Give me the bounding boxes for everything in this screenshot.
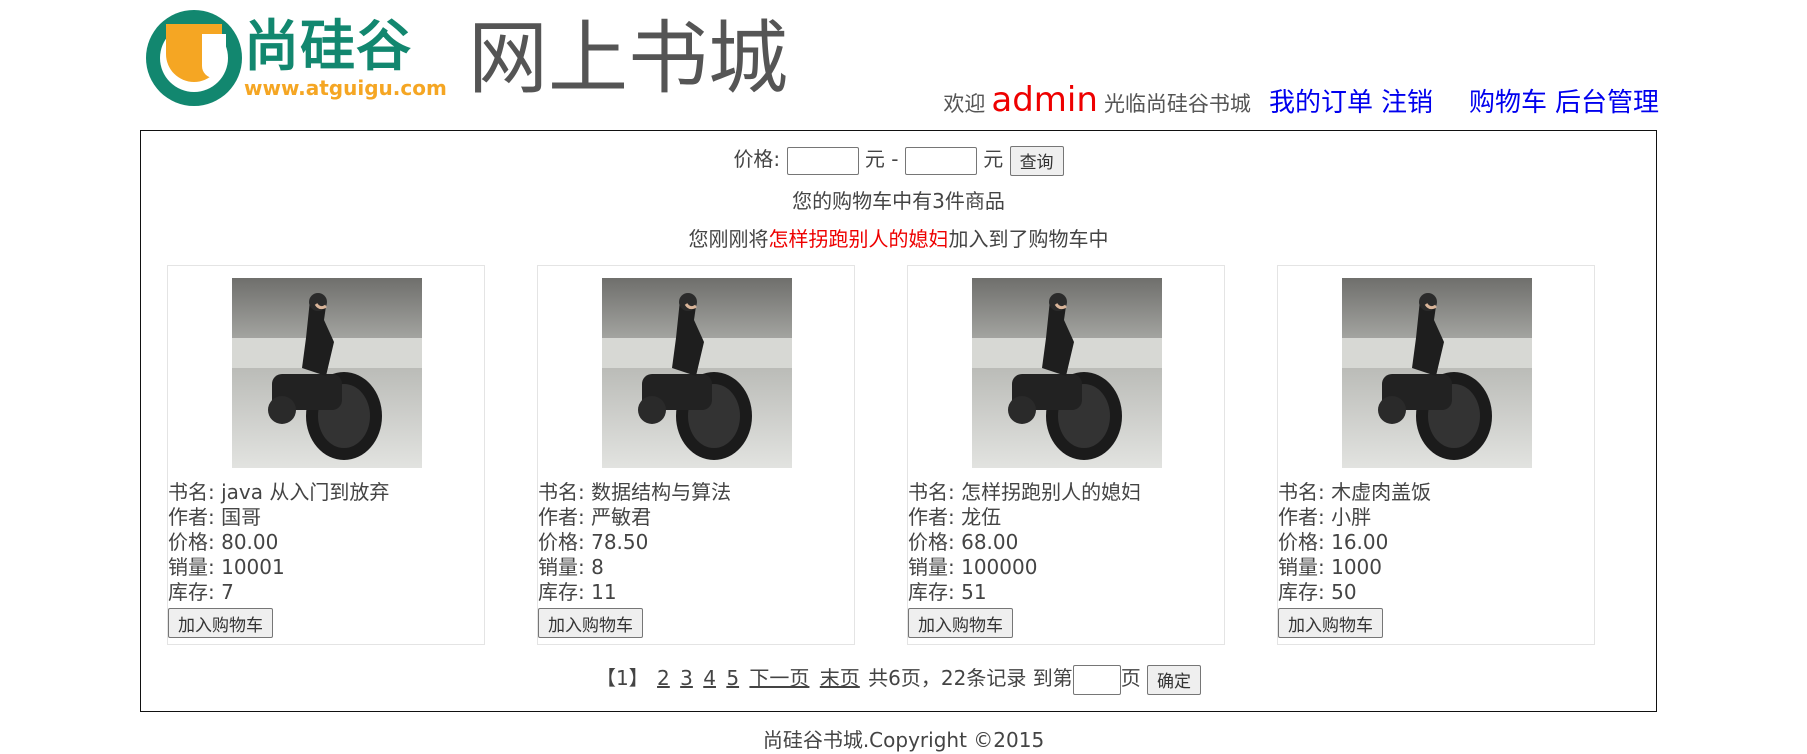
footer-copyright: 尚硅谷书城.Copyright ©2015 bbox=[762, 728, 1045, 752]
book-price: 16.00 bbox=[1331, 530, 1389, 554]
added-prefix: 您刚刚将 bbox=[688, 227, 769, 251]
book-info: 书名: 怎样拐跑别人的媳妇 作者: 龙伍 价格: 68.00 销量: 10000… bbox=[908, 480, 1224, 605]
book-stock-label: 库存: bbox=[1278, 580, 1332, 604]
book-name-label: 书名: bbox=[908, 480, 962, 504]
book-stock: 50 bbox=[1331, 580, 1357, 604]
book-card: 书名: 木虚肉盖饭 作者: 小胖 价格: 16.00 销量: 1000 库存: … bbox=[1277, 265, 1595, 645]
logo-u-icon bbox=[146, 10, 242, 106]
page-link-5[interactable]: 5 bbox=[726, 666, 739, 690]
add-to-cart-button[interactable]: 加入购物车 bbox=[908, 608, 1013, 638]
username: admin bbox=[991, 80, 1098, 120]
page-link-2[interactable]: 2 bbox=[657, 666, 670, 690]
goto-page-input[interactable] bbox=[1072, 664, 1121, 695]
page-summary: 共6页，22条记录 bbox=[868, 666, 1027, 690]
book-list: 书名: java 从入门到放弃 作者: 国哥 价格: 80.00 销量: 100… bbox=[167, 265, 1637, 647]
header: 尚硅谷 www.atguigu.com 网上书城 欢迎 admin 光临尚硅谷书… bbox=[0, 0, 1807, 128]
book-sales: 10001 bbox=[221, 555, 285, 579]
book-info: 书名: 木虚肉盖饭 作者: 小胖 价格: 16.00 销量: 1000 库存: … bbox=[1278, 480, 1594, 605]
book-name: 数据结构与算法 bbox=[591, 480, 732, 504]
book-author: 小胖 bbox=[1331, 505, 1372, 529]
book-author-label: 作者: bbox=[168, 505, 222, 529]
cart-link[interactable]: 购物车 bbox=[1469, 88, 1547, 118]
logo-url: www.atguigu.com bbox=[244, 76, 447, 100]
book-price: 68.00 bbox=[961, 530, 1019, 554]
next-page-link[interactable]: 下一页 bbox=[749, 666, 809, 690]
book-stock-label: 库存: bbox=[908, 580, 962, 604]
book-sales-label: 销量: bbox=[168, 555, 222, 579]
book-info: 书名: java 从入门到放弃 作者: 国哥 价格: 80.00 销量: 100… bbox=[168, 480, 484, 605]
added-book-name: 怎样拐跑别人的媳妇 bbox=[768, 227, 949, 251]
book-name-label: 书名: bbox=[168, 480, 222, 504]
book-cover-image bbox=[232, 278, 422, 468]
book-price: 80.00 bbox=[221, 530, 279, 554]
page-link-3[interactable]: 3 bbox=[680, 666, 693, 690]
book-card: 书名: 数据结构与算法 作者: 严敏君 价格: 78.50 销量: 8 库存: … bbox=[537, 265, 855, 645]
page-unit-label: 页 bbox=[1120, 666, 1141, 690]
book-price-label: 价格: bbox=[168, 530, 222, 554]
last-page-link[interactable]: 末页 bbox=[820, 666, 860, 690]
book-stock-label: 库存: bbox=[168, 580, 222, 604]
site-title: 网上书城 bbox=[468, 12, 788, 105]
price-label: 价格: bbox=[733, 147, 781, 171]
book-name: 怎样拐跑别人的媳妇 bbox=[961, 480, 1142, 504]
book-sales: 1000 bbox=[1331, 555, 1383, 579]
max-price-input[interactable] bbox=[904, 146, 977, 175]
book-author: 国哥 bbox=[221, 505, 262, 529]
logout-link[interactable]: 注销 bbox=[1381, 88, 1433, 118]
main-content: 价格: 元 - 元 查询 您的购物车中有3件商品 您刚刚将怎样拐跑别人的媳妇加入… bbox=[140, 130, 1657, 712]
book-name: 木虚肉盖饭 bbox=[1331, 480, 1432, 504]
book-author-label: 作者: bbox=[908, 505, 962, 529]
user-nav: 欢迎 admin 光临尚硅谷书城 我的订单 注销 购物车 后台管理 bbox=[943, 80, 1659, 120]
unit-label: 元 bbox=[983, 147, 1004, 171]
welcome-text: 欢迎 bbox=[943, 92, 986, 116]
admin-link[interactable]: 后台管理 bbox=[1555, 88, 1659, 118]
goto-label: 到第 bbox=[1032, 666, 1073, 690]
book-info: 书名: 数据结构与算法 作者: 严敏君 价格: 78.50 销量: 8 库存: … bbox=[538, 480, 854, 605]
book-cover-image bbox=[1342, 278, 1532, 468]
book-name-label: 书名: bbox=[538, 480, 592, 504]
add-to-cart-button[interactable]: 加入购物车 bbox=[1278, 608, 1383, 638]
add-to-cart-button[interactable]: 加入购物车 bbox=[538, 608, 643, 638]
current-page: 【1】 bbox=[595, 666, 649, 690]
unit-label: 元 - bbox=[864, 147, 899, 171]
welcome-suffix: 光临尚硅谷书城 bbox=[1103, 92, 1251, 116]
book-sales: 100000 bbox=[961, 555, 1038, 579]
pagination: 【1】 2 3 4 5 下一页 末页 共6页，22条记录 到第 页 确定 bbox=[141, 661, 1656, 695]
query-button[interactable]: 查询 bbox=[1009, 145, 1064, 176]
book-name-label: 书名: bbox=[1278, 480, 1332, 504]
logo-brand-name: 尚硅谷 bbox=[244, 14, 413, 78]
cart-count-text: 您的购物车中有3件商品 bbox=[792, 189, 1005, 213]
added-suffix: 加入到了购物车中 bbox=[948, 227, 1109, 251]
book-author: 龙伍 bbox=[961, 505, 1002, 529]
book-price: 78.50 bbox=[591, 530, 649, 554]
book-sales: 8 bbox=[591, 555, 604, 579]
book-stock-label: 库存: bbox=[538, 580, 592, 604]
book-price-label: 价格: bbox=[1278, 530, 1332, 554]
add-to-cart-button[interactable]: 加入购物车 bbox=[168, 608, 273, 638]
book-stock: 11 bbox=[591, 580, 617, 604]
cart-added-message: 您刚刚将怎样拐跑别人的媳妇加入到了购物车中 bbox=[141, 225, 1656, 253]
min-price-input[interactable] bbox=[786, 146, 859, 175]
book-card: 书名: java 从入门到放弃 作者: 国哥 价格: 80.00 销量: 100… bbox=[167, 265, 485, 645]
my-orders-link[interactable]: 我的订单 bbox=[1269, 88, 1373, 118]
book-price-label: 价格: bbox=[908, 530, 962, 554]
book-sales-label: 销量: bbox=[1278, 555, 1332, 579]
book-card: 书名: 怎样拐跑别人的媳妇 作者: 龙伍 价格: 68.00 销量: 10000… bbox=[907, 265, 1225, 645]
book-author: 严敏君 bbox=[591, 505, 652, 529]
book-cover-image bbox=[602, 278, 792, 468]
book-price-label: 价格: bbox=[538, 530, 592, 554]
confirm-button[interactable]: 确定 bbox=[1147, 664, 1202, 695]
logo: 尚硅谷 www.atguigu.com bbox=[146, 10, 456, 106]
page-link-4[interactable]: 4 bbox=[703, 666, 716, 690]
book-name: java 从入门到放弃 bbox=[221, 480, 390, 504]
book-author-label: 作者: bbox=[1278, 505, 1332, 529]
book-sales-label: 销量: bbox=[538, 555, 592, 579]
book-sales-label: 销量: bbox=[908, 555, 962, 579]
book-author-label: 作者: bbox=[538, 505, 592, 529]
book-cover-image bbox=[972, 278, 1162, 468]
price-filter: 价格: 元 - 元 查询 bbox=[141, 143, 1656, 176]
book-stock: 7 bbox=[221, 580, 234, 604]
book-stock: 51 bbox=[961, 580, 987, 604]
